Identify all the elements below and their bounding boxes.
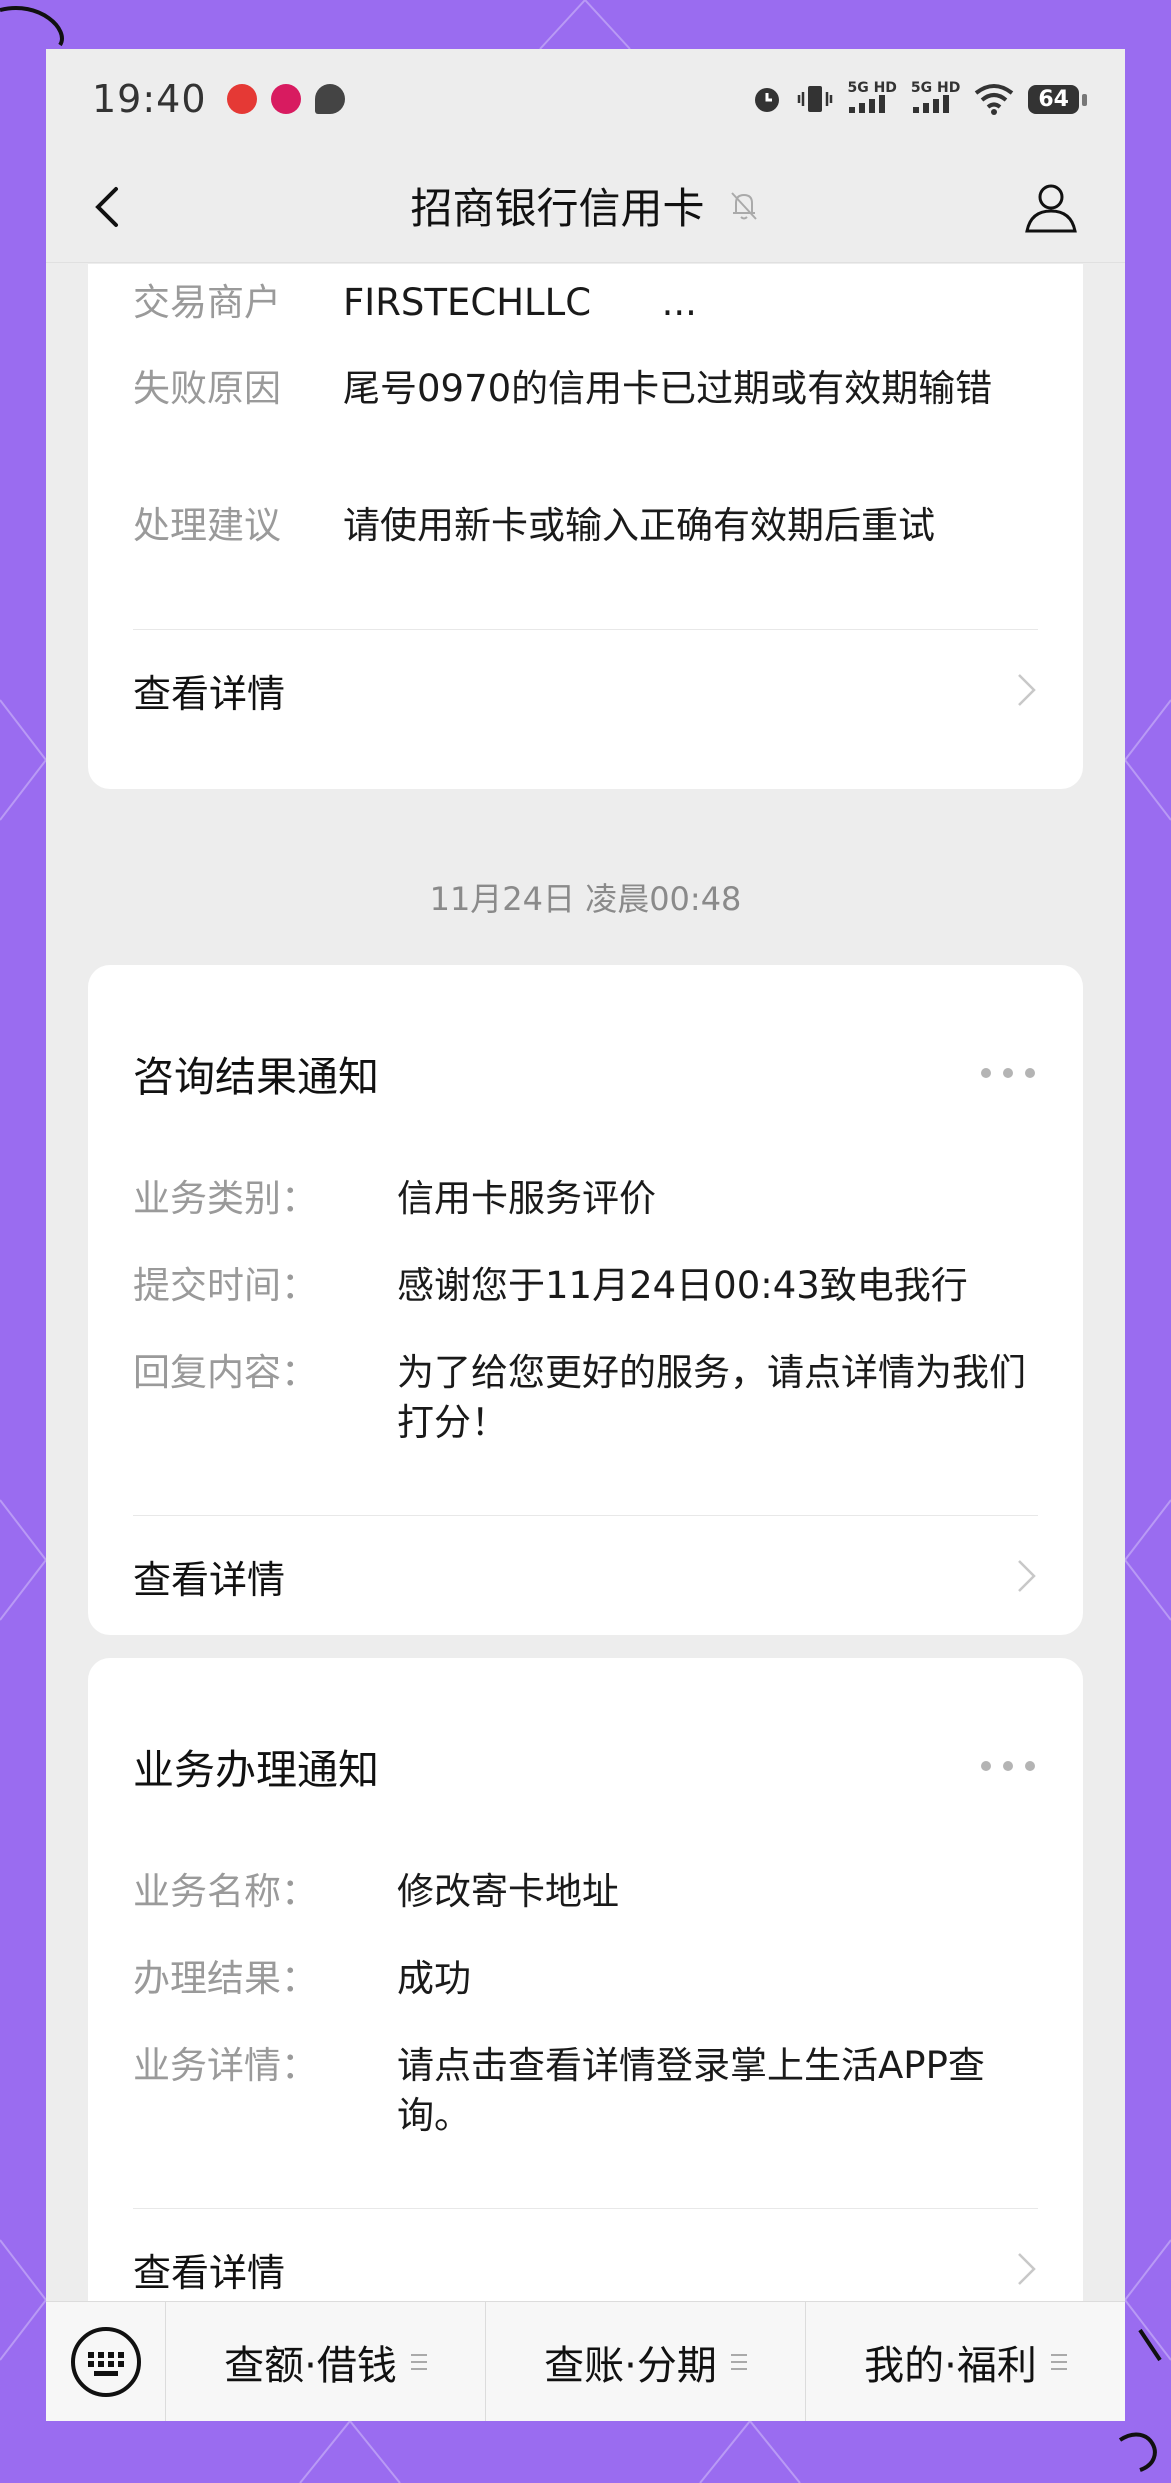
view-details-link[interactable]: 查看详情 (88, 630, 1083, 750)
row-value: 信用卡服务评价 (397, 1177, 656, 1220)
view-details-label: 查看详情 (133, 671, 286, 716)
more-icon[interactable] (981, 1066, 1035, 1080)
row-value: 尾号0970的信用卡已过期或有效期输错 (343, 367, 993, 410)
info-row: 办理结果： 成功 (133, 1954, 471, 2004)
message-icon (314, 84, 345, 114)
menu-my-benefits[interactable]: 我的·福利 (806, 2302, 1125, 2421)
keyboard-toggle-button[interactable] (46, 2302, 166, 2421)
row-label: 业务名称： (133, 1870, 318, 1913)
chevron-right-icon (1018, 1560, 1036, 1592)
view-details-label: 查看详情 (133, 1557, 286, 1602)
submenu-icon (1050, 2353, 1067, 2370)
row-label: 办理结果： (133, 1957, 318, 2000)
bottom-menu-bar: 查额·借钱 查账·分期 我的·福利 (46, 2301, 1125, 2421)
vibrate-icon (798, 86, 833, 112)
business-handling-card: 业务办理通知 业务名称： 修改寄卡地址 办理结果： 成功 业务详情： 请点击查看… (88, 1658, 1083, 2328)
row-label: 业务详情： (133, 2044, 318, 2087)
cellular-signal-2: 5G HD (911, 81, 960, 117)
menu-label: 查账·分期 (544, 2342, 717, 2389)
phone-screen: 19:40 5G HD 5G HD 64 招商银行信用卡 交易商户 FIRSTE… (46, 49, 1125, 2421)
chevron-right-icon (1018, 2253, 1036, 2285)
chevron-right-icon (1018, 674, 1036, 706)
submenu-icon (730, 2353, 747, 2370)
message-timestamp: 11月24日 凌晨00:48 (429, 880, 742, 918)
info-row: 失败原因 尾号0970的信用卡已过期或有效期输错 (133, 364, 1043, 414)
menu-label: 我的·福利 (864, 2342, 1037, 2389)
card-title: 咨询结果通知 (133, 1053, 379, 1101)
info-row: 业务详情： 请点击查看详情登录掌上生活APP查询。 (133, 2041, 1057, 2141)
submenu-icon (410, 2353, 427, 2370)
menu-bill-installment[interactable]: 查账·分期 (486, 2302, 806, 2421)
message-list[interactable]: 交易商户 FIRSTECHLLC ... 失败原因 尾号0970的信用卡已过期或… (46, 264, 1125, 2349)
status-indicators: 5G HD 5G HD 64 (751, 80, 1087, 117)
menu-credit-loan[interactable]: 查额·借钱 (166, 2302, 486, 2421)
mute-bell-icon (730, 191, 757, 220)
wifi-icon (975, 84, 1014, 115)
view-details-link[interactable]: 查看详情 (88, 1516, 1083, 1636)
row-value: 请点击查看详情登录掌上生活APP查询。 (397, 2044, 985, 2137)
netease-music-icon (226, 84, 257, 114)
row-label: 失败原因 (133, 367, 281, 410)
row-label: 业务类别： (133, 1177, 318, 1220)
transaction-failure-card: 交易商户 FIRSTECHLLC ... 失败原因 尾号0970的信用卡已过期或… (88, 264, 1083, 789)
row-label: 提交时间： (133, 1264, 318, 1307)
profile-icon[interactable] (1023, 179, 1079, 235)
info-row: 业务名称： 修改寄卡地址 (133, 1867, 619, 1917)
row-value: 请使用新卡或输入正确有效期后重试 (343, 504, 935, 547)
more-icon[interactable] (981, 1759, 1035, 1773)
status-time: 19:40 (92, 77, 207, 121)
card-title: 业务办理通知 (133, 1746, 379, 1794)
info-row: 交易商户 FIRSTECHLLC ... (133, 278, 697, 328)
keyboard-icon (70, 2326, 141, 2397)
menu-label: 查额·借钱 (224, 2342, 397, 2389)
status-bar: 19:40 5G HD 5G HD 64 (46, 49, 1125, 149)
consult-result-card: 咨询结果通知 业务类别： 信用卡服务评价 提交时间： 感谢您于11月24日00:… (88, 965, 1083, 1635)
row-label: 交易商户 (133, 281, 281, 324)
signal-bars-icon (912, 95, 949, 113)
info-row: 业务类别： 信用卡服务评价 (133, 1174, 656, 1224)
signal-label-1: 5G HD (847, 80, 897, 96)
row-label: 处理建议 (133, 504, 281, 547)
alarm-icon (755, 88, 780, 112)
info-row: 处理建议 请使用新卡或输入正确有效期后重试 (133, 501, 935, 551)
signal-bars-icon (849, 95, 886, 113)
row-label: 回复内容： (133, 1351, 318, 1394)
info-row: 回复内容： 为了给您更好的服务，请点详情为我们打分！ (133, 1348, 1057, 1448)
cmb-app-icon (270, 84, 301, 114)
row-value: 感谢您于11月24日00:43致电我行 (397, 1264, 968, 1307)
info-row: 提交时间： 感谢您于11月24日00:43致电我行 (133, 1261, 968, 1311)
cellular-signal-1: 5G HD (847, 80, 897, 117)
nav-bar: 招商银行信用卡 (46, 149, 1125, 263)
page-title: 招商银行信用卡 (410, 184, 705, 233)
battery-indicator: 64 (1028, 84, 1087, 114)
view-details-label: 查看详情 (133, 2250, 286, 2295)
back-icon[interactable] (86, 185, 130, 229)
signal-label-2: 5G HD (910, 80, 961, 96)
row-value: 为了给您更好的服务，请点详情为我们打分！ (397, 1351, 1026, 1444)
row-value: FIRSTECHLLC ... (343, 281, 697, 324)
row-value: 修改寄卡地址 (397, 1870, 619, 1913)
row-value: 成功 (397, 1957, 471, 2000)
